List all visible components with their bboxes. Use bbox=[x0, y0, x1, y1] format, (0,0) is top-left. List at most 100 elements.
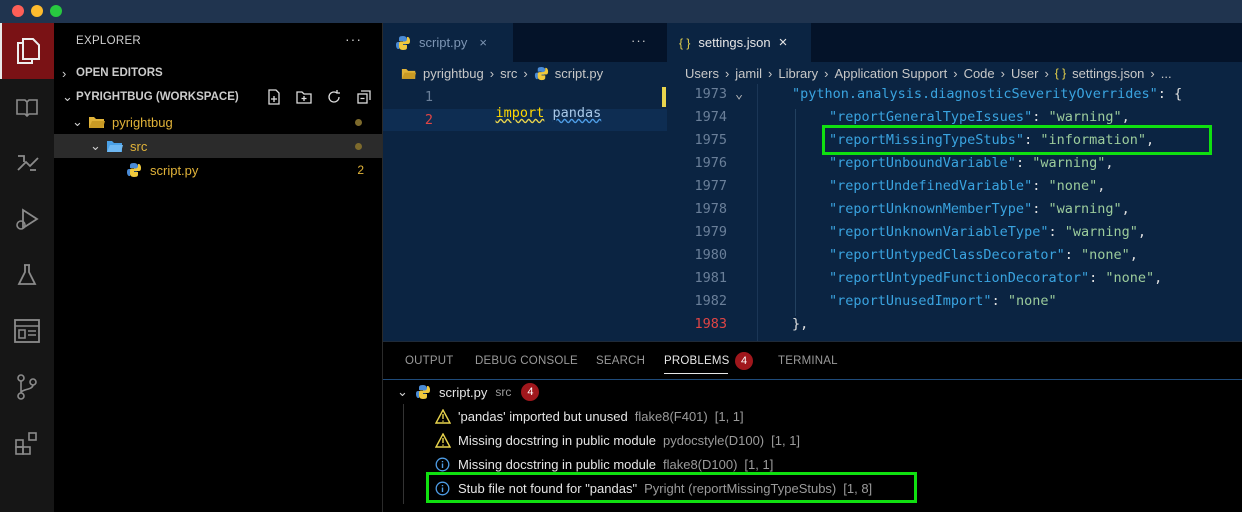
code-keyword: import bbox=[495, 105, 545, 121]
chevron-right-icon: › bbox=[1150, 65, 1155, 81]
code-line-1[interactable]: import pandas bbox=[463, 89, 602, 137]
folder-open-icon bbox=[401, 68, 417, 79]
panel-tab-problems[interactable]: PROBLEMS bbox=[664, 355, 730, 367]
chevron-right-icon: › bbox=[62, 65, 67, 81]
zoom-window-button[interactable] bbox=[50, 5, 62, 17]
workspace-label: PYRIGHTBUG (WORKSPACE) bbox=[76, 91, 239, 103]
panel-tab-search[interactable]: SEARCH bbox=[596, 355, 645, 367]
panel-tab-output[interactable]: OUTPUT bbox=[405, 355, 453, 367]
json-value: "warning" bbox=[1048, 109, 1122, 125]
overview-warning-marker bbox=[662, 87, 666, 107]
close-window-button[interactable] bbox=[12, 5, 24, 17]
browser-icon bbox=[14, 319, 40, 343]
json-value: "warning" bbox=[1032, 155, 1106, 171]
line-number: 1973 bbox=[694, 86, 727, 102]
explorer-more-actions-button[interactable]: ··· bbox=[345, 31, 362, 47]
panel-tab-debug-console[interactable]: DEBUG CONSOLE bbox=[475, 355, 578, 367]
breadcrumb-item[interactable]: Library bbox=[778, 66, 818, 81]
active-tab-underline bbox=[664, 373, 728, 374]
json-punct: }, bbox=[792, 316, 809, 332]
breadcrumb-item[interactable]: script.py bbox=[555, 66, 603, 81]
problem-group-folder: src bbox=[495, 385, 512, 399]
tree-item-pyrightbug[interactable]: ⌄ pyrightbug bbox=[54, 110, 382, 134]
json-key: "reportUndefinedVariable" bbox=[829, 178, 1033, 194]
chevron-right-icon: › bbox=[1000, 65, 1005, 81]
warning-icon bbox=[435, 408, 451, 424]
workspace-section[interactable]: ⌄ PYRIGHTBUG (WORKSPACE) bbox=[54, 85, 382, 109]
code-line-header: "python.analysis.diagnosticSeverityOverr… bbox=[792, 86, 1182, 102]
new-folder-icon[interactable] bbox=[296, 89, 312, 105]
new-file-icon[interactable] bbox=[266, 89, 282, 105]
breadcrumb-item[interactable]: User bbox=[1011, 66, 1038, 81]
debug-activity[interactable] bbox=[0, 191, 54, 247]
problem-message: 'pandas' imported but unused bbox=[458, 408, 628, 424]
explorer-sidebar: EXPLORER ··· › OPEN EDITORS ⌄ PYRIGHTBUG… bbox=[54, 23, 383, 512]
line-number: 1981 bbox=[694, 270, 727, 286]
breadcrumb-item[interactable]: src bbox=[500, 66, 517, 81]
breadcrumb: Users › jamil › Library › Application Su… bbox=[667, 62, 1172, 84]
line-number: 1 bbox=[424, 89, 433, 105]
chevron-right-icon: › bbox=[824, 65, 829, 81]
problem-item[interactable]: Missing docstring in public module pydocs… bbox=[383, 428, 1242, 452]
close-tab-button[interactable]: × bbox=[779, 34, 788, 51]
code-line-entry: "reportUnknownVariableType": "warning", bbox=[829, 224, 1147, 240]
tab-script-py[interactable]: script.py × bbox=[383, 23, 513, 62]
problem-message: Missing docstring in public module bbox=[458, 432, 656, 448]
problem-source: flake8(D100) bbox=[662, 456, 738, 472]
git-graph-activity[interactable] bbox=[0, 135, 54, 191]
browser-activity[interactable] bbox=[0, 303, 54, 359]
close-tab-button[interactable]: × bbox=[479, 35, 487, 50]
open-editors-section[interactable]: › OPEN EDITORS bbox=[54, 61, 382, 85]
breadcrumb-item[interactable]: Application Support bbox=[834, 66, 947, 81]
chevron-right-icon: › bbox=[768, 65, 773, 81]
tree-item-script[interactable]: script.py 2 bbox=[54, 158, 382, 182]
line-number: 1979 bbox=[694, 224, 727, 240]
tab-label: settings.json bbox=[698, 35, 771, 50]
problem-item[interactable]: 'pandas' imported but unused flake8(F401)… bbox=[383, 404, 1242, 428]
modified-dot bbox=[355, 142, 362, 150]
tree-item-src[interactable]: ⌄ src bbox=[54, 134, 382, 158]
fold-chevron-icon[interactable]: ⌄ bbox=[735, 86, 743, 102]
testing-activity[interactable] bbox=[0, 247, 54, 303]
extensions-activity[interactable] bbox=[0, 415, 54, 471]
highlight-box-problem bbox=[426, 472, 917, 503]
explorer-activity[interactable] bbox=[0, 23, 54, 79]
problem-source: pydocstyle(D100) bbox=[662, 432, 765, 448]
indent-guide bbox=[795, 109, 796, 316]
code-module: pandas bbox=[552, 105, 602, 121]
open-editors-label: OPEN EDITORS bbox=[76, 67, 163, 79]
minimize-window-button[interactable] bbox=[31, 5, 43, 17]
problem-group-script[interactable]: ⌄ script.py src 4 bbox=[383, 380, 1242, 404]
breadcrumb-item[interactable]: Code bbox=[964, 66, 995, 81]
collapse-all-icon[interactable] bbox=[356, 89, 372, 105]
breadcrumb-item[interactable]: pyrightbug bbox=[423, 66, 484, 81]
editor-more-actions-button[interactable]: ··· bbox=[631, 33, 647, 48]
workspace-actions bbox=[266, 89, 372, 105]
tree-label-pyrightbug: pyrightbug bbox=[112, 114, 173, 130]
folder-src-icon bbox=[107, 141, 123, 152]
json-key: "reportUnknownVariableType" bbox=[829, 224, 1049, 240]
chevron-down-icon: ⌄ bbox=[62, 89, 73, 104]
breadcrumb-more[interactable]: ... bbox=[1161, 66, 1172, 81]
json-value: "none" bbox=[1105, 270, 1155, 286]
line-number: 1980 bbox=[694, 247, 727, 263]
source-control-icon bbox=[17, 374, 37, 400]
editor-group-left: script.py × ··· pyrightbug › src › scrip… bbox=[383, 23, 667, 341]
source-control-activity[interactable] bbox=[0, 359, 54, 415]
problem-message: Missing docstring in public module bbox=[458, 456, 656, 472]
panel-tab-terminal[interactable]: TERMINAL bbox=[778, 355, 838, 367]
breadcrumb-item[interactable]: jamil bbox=[735, 66, 762, 81]
json-value: "warning" bbox=[1064, 224, 1138, 240]
breadcrumb-item[interactable]: Users bbox=[685, 66, 719, 81]
tab-settings-json[interactable]: { } settings.json × bbox=[667, 23, 811, 62]
code-line-closing: }, bbox=[792, 316, 808, 332]
refresh-icon[interactable] bbox=[326, 89, 342, 105]
breadcrumb: pyrightbug › src › script.py bbox=[383, 62, 603, 84]
problem-position: [1, 1] bbox=[714, 408, 744, 424]
json-icon: { } bbox=[1054, 66, 1067, 80]
editor-tab-strip: script.py × ··· bbox=[383, 23, 667, 62]
breadcrumb-item[interactable]: settings.json bbox=[1072, 66, 1144, 81]
json-key: "reportUntypedFunctionDecorator" bbox=[829, 270, 1090, 286]
highlight-box-setting bbox=[822, 125, 1212, 155]
book-activity[interactable] bbox=[0, 79, 54, 135]
